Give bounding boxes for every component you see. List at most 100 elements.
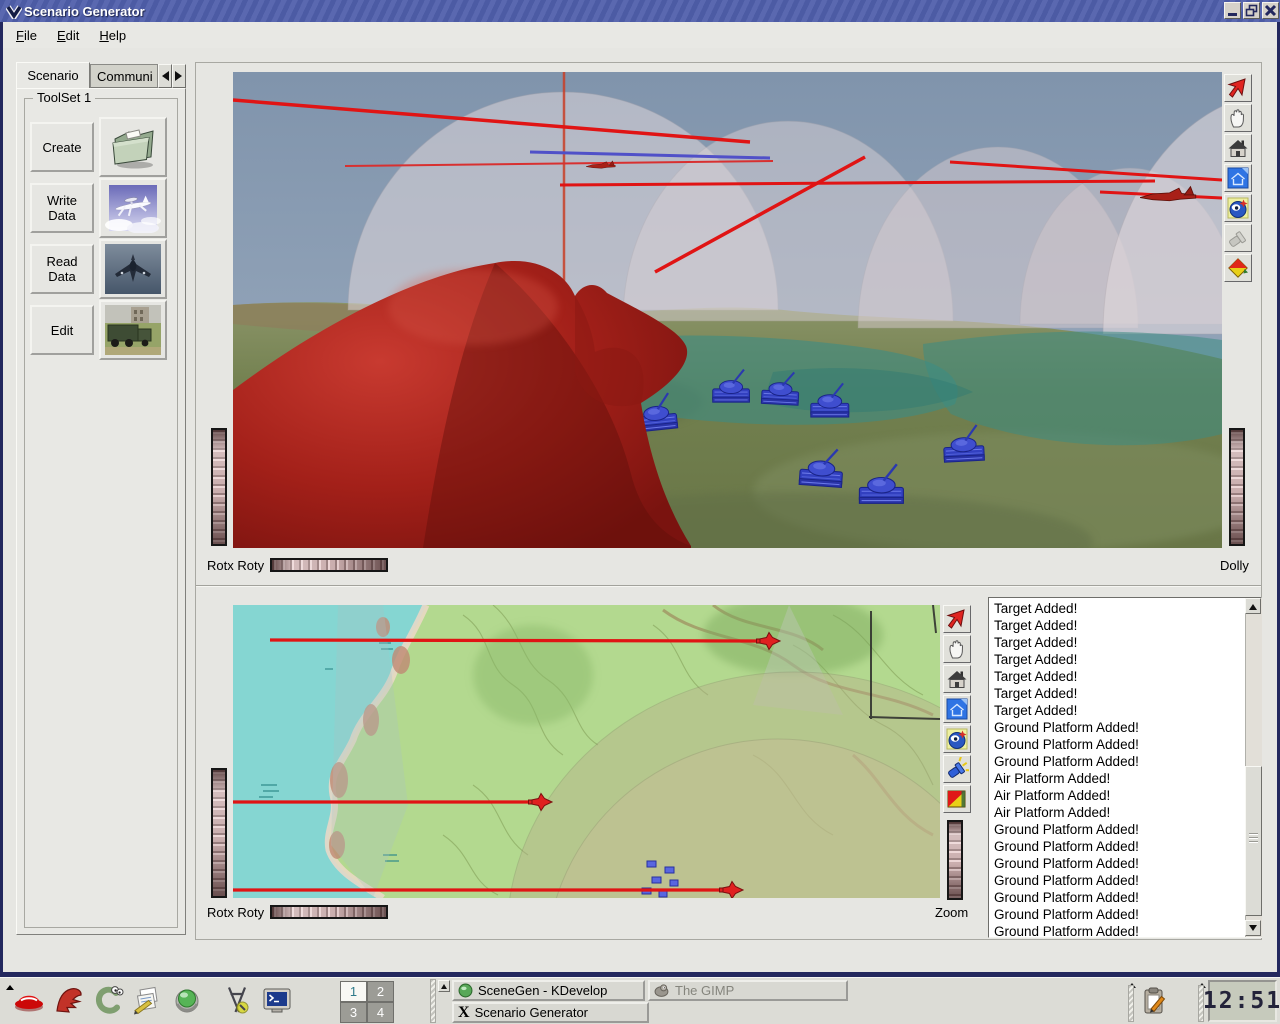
dolly-thumbwheel-3d[interactable]	[1229, 428, 1245, 546]
desktop: Scenario Generator File Edit Help Scenar…	[0, 0, 1280, 1024]
launcher-terminal[interactable]	[260, 984, 294, 1021]
write-data-button[interactable]: Write Data	[30, 183, 94, 233]
minimize-button[interactable]	[1224, 2, 1241, 19]
pick-mode-button[interactable]	[1224, 74, 1252, 102]
camera-toggle-button[interactable]	[1224, 254, 1252, 282]
flag-square-icon	[945, 787, 969, 811]
map-view-mode-button[interactable]	[943, 635, 971, 663]
x11-icon: X	[458, 1004, 470, 1022]
awacs-photo	[105, 183, 161, 233]
task-scenegen-kdevelop[interactable]: SceneGen - KDevelop	[452, 980, 645, 1001]
create-image-button[interactable]	[99, 117, 167, 177]
task-the-gimp[interactable]: The GIMP	[648, 980, 848, 1001]
edit-button[interactable]: Edit	[30, 305, 94, 355]
log-item: Target Added!	[989, 685, 1261, 702]
fighter-photo	[105, 244, 161, 294]
scroll-up-icon	[441, 981, 447, 989]
tasklist-handle[interactable]	[430, 979, 436, 1023]
tab-communication[interactable]: Communi	[90, 64, 158, 88]
roty-thumbwheel-map[interactable]	[270, 905, 388, 919]
task-label: Scenario Generator	[475, 1005, 588, 1020]
home-icon	[1226, 136, 1250, 160]
tab-scenario[interactable]: Scenario	[16, 62, 90, 88]
write-data-image-button[interactable]	[99, 178, 167, 238]
log-item: Target Added!	[989, 651, 1261, 668]
maximize-icon	[1244, 3, 1259, 18]
dolly-label: Dolly	[1220, 558, 1249, 573]
log-item: Target Added!	[989, 702, 1261, 719]
truck-photo	[105, 305, 161, 355]
map-camera-toggle-button[interactable]	[943, 785, 971, 813]
folder-icon	[105, 124, 161, 170]
log-scrollbar-thumb[interactable]	[1245, 766, 1262, 916]
klipper-tray-icon[interactable]	[1140, 986, 1168, 1021]
log-item: Ground Platform Added!	[989, 906, 1261, 923]
maximize-button[interactable]	[1243, 2, 1260, 19]
menu-help[interactable]: Help	[92, 25, 133, 46]
log-scroll-down-button[interactable]	[1245, 920, 1261, 936]
log-item: Ground Platform Added!	[989, 855, 1261, 872]
log-item: Ground Platform Added!	[989, 753, 1261, 770]
scroll-down-icon	[1249, 925, 1257, 935]
eye-icon	[1226, 196, 1250, 220]
rotx-thumbwheel-3d[interactable]	[211, 428, 227, 546]
window-title: Scenario Generator	[24, 4, 145, 19]
map-pick-mode-button[interactable]	[943, 605, 971, 633]
zoom-thumbwheel-map[interactable]	[947, 820, 963, 900]
kdevelop-icon	[458, 983, 473, 998]
log-item: Target Added!	[989, 600, 1261, 617]
home-button[interactable]	[1224, 134, 1252, 162]
launcher-green-g[interactable]	[92, 984, 126, 1021]
launcher-drafting-tools[interactable]	[220, 984, 254, 1021]
rot-label-map: Rotx Roty	[207, 905, 264, 920]
map-set-home-button[interactable]	[943, 695, 971, 723]
log-scroll-up-button[interactable]	[1245, 598, 1261, 614]
view-mode-button[interactable]	[1224, 104, 1252, 132]
set-home-button[interactable]	[1224, 164, 1252, 192]
tasklist-scroll-up-button[interactable]	[438, 980, 450, 992]
map-home-button[interactable]	[943, 665, 971, 693]
edit-image-button[interactable]	[99, 300, 167, 360]
view-all-button[interactable]	[1224, 194, 1252, 222]
log-item: Target Added!	[989, 617, 1261, 634]
rotx-thumbwheel-map[interactable]	[211, 768, 227, 898]
log-item: Ground Platform Added!	[989, 821, 1261, 838]
pager-desktop-4[interactable]: 4	[367, 1002, 394, 1023]
create-button[interactable]: Create	[30, 122, 94, 172]
right-arrow-icon	[175, 71, 187, 81]
launcher-globe[interactable]	[170, 984, 204, 1021]
log-list[interactable]: Target Added! Target Added! Target Added…	[988, 597, 1262, 938]
redhat-icon	[12, 984, 46, 1016]
launcher-mozilla[interactable]	[52, 984, 86, 1021]
clipboard-pen-icon	[1140, 986, 1168, 1016]
menu-file[interactable]: File	[9, 25, 44, 46]
read-data-image-button[interactable]	[99, 239, 167, 299]
tray-handle[interactable]	[1128, 985, 1134, 1022]
map-view-all-button[interactable]	[943, 725, 971, 753]
close-button[interactable]	[1262, 2, 1279, 19]
pager-desktop-3[interactable]: 3	[340, 1002, 367, 1023]
scroll-up-icon	[1249, 600, 1257, 610]
roty-thumbwheel-3d[interactable]	[270, 558, 388, 572]
pager-desktop-2[interactable]: 2	[367, 981, 394, 1002]
scene-3d-canvas[interactable]	[233, 72, 1222, 548]
menu-edit[interactable]: Edit	[50, 25, 86, 46]
tab-scroll-left-button[interactable]	[158, 64, 172, 88]
title-bar[interactable]: Scenario Generator	[0, 0, 1280, 22]
tab-scroll-right-button[interactable]	[172, 64, 186, 88]
gimp-wilber-icon	[654, 983, 670, 998]
map-canvas[interactable]	[233, 605, 940, 898]
pager-desktop-1[interactable]: 1	[340, 981, 367, 1002]
log-item: Ground Platform Added!	[989, 719, 1261, 736]
log-item: Ground Platform Added!	[989, 838, 1261, 855]
read-data-button[interactable]: Read Data	[30, 244, 94, 294]
task-scenario-generator[interactable]: X Scenario Generator	[452, 1002, 649, 1023]
launcher-redhat[interactable]	[12, 984, 46, 1021]
map-seek-button[interactable]	[943, 755, 971, 783]
viewer-splitter[interactable]	[196, 585, 1261, 587]
log-item: Ground Platform Added!	[989, 872, 1261, 889]
launcher-documents[interactable]	[130, 984, 164, 1021]
eye-icon	[945, 727, 969, 751]
log-item: Target Added!	[989, 668, 1261, 685]
zoom-label: Zoom	[935, 905, 968, 920]
